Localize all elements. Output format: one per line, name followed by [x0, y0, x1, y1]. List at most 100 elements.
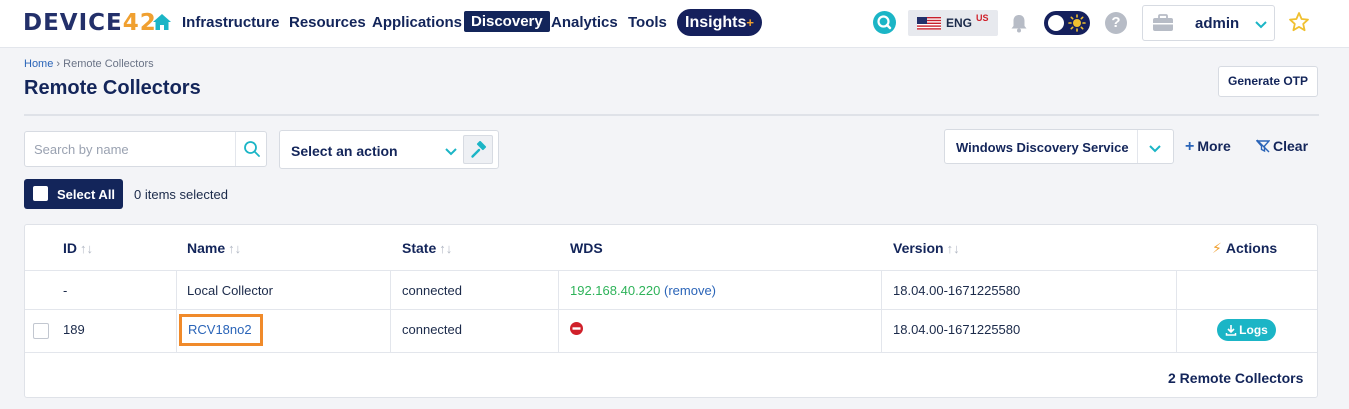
- clear-filters-button[interactable]: Clear: [1255, 138, 1309, 154]
- chevron-down-icon: [445, 148, 457, 156]
- plus-icon: +: [1185, 138, 1195, 155]
- download-icon: [1225, 325, 1237, 336]
- breadcrumb-current: Remote Collectors: [63, 58, 154, 70]
- bell-icon[interactable]: [1008, 12, 1030, 34]
- language-selector[interactable]: ENG US: [908, 10, 998, 36]
- bulk-action-select[interactable]: Select an action: [279, 130, 499, 169]
- cell-version: 18.04.00-1671225580: [893, 283, 1021, 298]
- select-all-button[interactable]: Select All: [24, 179, 123, 209]
- top-navigation: DEVICE42 Infrastructure Resources Applic…: [0, 0, 1349, 48]
- more-filters-button[interactable]: + More: [1185, 138, 1231, 156]
- cell-id: -: [63, 283, 68, 298]
- record-count: 2 Remote Collectors: [1168, 370, 1304, 386]
- language-label: ENG: [946, 16, 973, 30]
- no-entry-icon: [570, 322, 583, 335]
- generate-otp-button[interactable]: Generate OTP: [1218, 66, 1318, 97]
- column-header-state[interactable]: State ↑↓: [402, 240, 452, 256]
- us-flag-icon: [917, 17, 941, 30]
- column-divider: [558, 271, 559, 353]
- column-header-version[interactable]: Version ↑↓: [893, 240, 960, 256]
- column-label-id: ID: [63, 240, 77, 256]
- header-divider: [24, 114, 1319, 116]
- column-divider: [1176, 271, 1177, 353]
- insights-label: Insights: [685, 14, 747, 31]
- theme-toggle[interactable]: [1044, 11, 1090, 35]
- nav-discovery[interactable]: Discovery: [464, 11, 550, 32]
- cell-state: connected: [402, 283, 462, 298]
- select-all-checkbox[interactable]: [33, 186, 48, 201]
- apply-action-button[interactable]: [463, 135, 493, 164]
- language-region: US: [976, 13, 989, 23]
- search-box: [24, 131, 267, 167]
- briefcase-icon: [1153, 14, 1173, 31]
- breadcrumb-home[interactable]: Home: [24, 58, 53, 70]
- column-divider: [176, 271, 177, 353]
- search-icon[interactable]: [873, 11, 896, 34]
- cell-state: connected: [402, 322, 462, 337]
- device42-logo[interactable]: DEVICE42: [23, 10, 157, 36]
- username-label: admin: [1195, 15, 1240, 32]
- clear-filter-icon: [1255, 139, 1271, 153]
- insights-button[interactable]: Insights+: [677, 9, 762, 36]
- remove-wds-link[interactable]: (remove): [664, 283, 716, 298]
- column-header-name[interactable]: Name ↑↓: [187, 240, 241, 256]
- row-checkbox[interactable]: [33, 323, 49, 339]
- sort-icon: ↑↓: [80, 241, 93, 256]
- collector-name-link[interactable]: RCV18no2: [179, 314, 263, 346]
- header-separator: [25, 270, 1317, 271]
- wds-ip: 192.168.40.220: [570, 283, 661, 298]
- chevron-down-icon: [1255, 21, 1267, 29]
- sun-icon: [1068, 14, 1086, 32]
- collectors-table: ID ↑↓ Name ↑↓ State ↑↓ WDS Version ↑↓ ⚡ Actio…: [24, 224, 1318, 398]
- insights-plus: +: [746, 15, 754, 30]
- cell-name: Local Collector: [187, 283, 273, 298]
- bulk-action-label: Select an action: [291, 143, 398, 159]
- logs-button[interactable]: Logs: [1217, 319, 1276, 341]
- search-button[interactable]: [235, 132, 267, 166]
- cell-wds: 192.168.40.220 (remove): [570, 283, 716, 298]
- column-label-wds: WDS: [570, 240, 603, 256]
- sort-icon: ↑↓: [439, 241, 453, 256]
- star-icon[interactable]: [1288, 11, 1310, 33]
- column-label-version: Version: [893, 240, 944, 256]
- wds-filter-label: Windows Discovery Service: [956, 140, 1129, 155]
- nav-infrastructure[interactable]: Infrastructure: [182, 14, 280, 31]
- cell-id: 189: [63, 322, 85, 337]
- page-title: Remote Collectors: [24, 77, 201, 99]
- user-menu[interactable]: admin: [1142, 5, 1275, 41]
- items-selected-count: 0 items selected: [134, 187, 228, 202]
- help-icon[interactable]: ?: [1105, 12, 1127, 34]
- nav-analytics[interactable]: Analytics: [551, 14, 618, 31]
- clear-label: Clear: [1273, 138, 1309, 154]
- hammer-icon: [471, 141, 487, 158]
- column-header-id[interactable]: ID ↑↓: [63, 240, 93, 256]
- nav-tools[interactable]: Tools: [628, 14, 667, 31]
- logs-label: Logs: [1239, 323, 1268, 337]
- toggle-knob: [1048, 15, 1064, 31]
- sort-icon: ↑↓: [946, 241, 960, 256]
- column-divider: [390, 271, 391, 353]
- collector-name-text: RCV18no2: [188, 322, 252, 337]
- row-separator: [25, 309, 1317, 310]
- select-divider: [1137, 130, 1138, 163]
- nav-resources[interactable]: Resources: [289, 14, 366, 31]
- search-input[interactable]: [25, 132, 235, 166]
- more-label: More: [1197, 138, 1231, 154]
- column-label-actions: Actions: [1225, 240, 1278, 256]
- nav-applications[interactable]: Applications: [372, 14, 462, 31]
- search-icon: [244, 141, 260, 157]
- column-divider: [881, 271, 882, 353]
- column-header-actions: ⚡ Actions: [1212, 240, 1277, 257]
- logo-text: DEVICE: [23, 10, 123, 36]
- sort-icon: ↑↓: [228, 241, 242, 256]
- wds-filter-select[interactable]: Windows Discovery Service: [944, 129, 1174, 164]
- breadcrumb: Home › Remote Collectors: [24, 58, 154, 70]
- column-header-wds: WDS: [570, 240, 603, 256]
- column-label-state: State: [402, 240, 437, 256]
- home-icon[interactable]: [152, 12, 172, 32]
- column-label-name: Name: [187, 240, 226, 256]
- breadcrumb-separator: ›: [56, 58, 61, 70]
- cell-version: 18.04.00-1671225580: [893, 322, 1021, 337]
- table-bottom-separator: [25, 352, 1317, 353]
- chevron-down-icon: [1149, 145, 1161, 153]
